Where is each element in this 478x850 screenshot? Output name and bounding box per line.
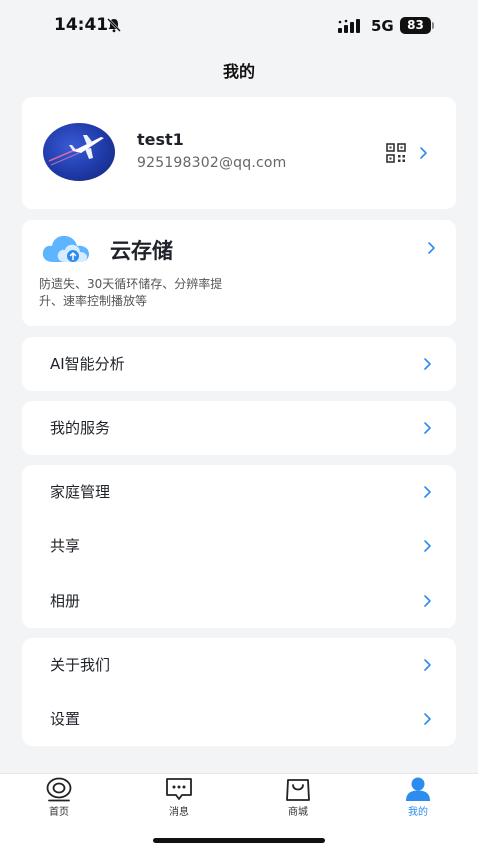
network-type: 5G [371,17,394,35]
chevron-right-icon [420,147,427,159]
menu-item-album[interactable]: 相册 [22,574,456,628]
tab-label: 我的 [408,807,428,818]
home-indicator [153,838,325,843]
about-settings-card: 关于我们 设置 [22,638,456,746]
menu-item-label: 关于我们 [50,656,111,674]
cloud-desc-line-1: 防遗失、30天循环储存、分辨率提 [39,277,223,291]
ai-analysis-card: AI智能分析 [22,337,456,391]
profile-card[interactable]: test1 925198302@qq.com [22,97,456,209]
menu-item-label: 设置 [50,710,81,728]
menu-item-label: 共享 [50,537,81,555]
tab-label: 商城 [288,807,308,818]
battery-icon: 83 [400,17,434,34]
chevron-right-icon [424,595,431,607]
status-bar: 14:41 5G 83 [0,0,478,52]
tab-mine[interactable]: 我的 [378,776,458,822]
my-services-card: 我的服务 [22,401,456,455]
message-icon [166,778,192,800]
cloud-storage-title: 云存储 [110,239,173,263]
menu-item-my-services[interactable]: 我的服务 [22,401,456,455]
menu-item-share[interactable]: 共享 [22,519,456,573]
chevron-right-icon [424,358,431,370]
menu-item-settings[interactable]: 设置 [22,692,456,746]
tab-mall[interactable]: 商城 [258,776,338,822]
chevron-right-icon [424,422,431,434]
chevron-right-icon [428,242,435,254]
menu-item-label: AI智能分析 [50,355,125,373]
tab-home[interactable]: 首页 [19,776,99,822]
menu-item-about-us[interactable]: 关于我们 [22,638,456,692]
chevron-right-icon [424,713,431,725]
battery-level: 83 [400,17,431,34]
cloud-upload-icon [42,235,89,262]
tab-messages[interactable]: 消息 [139,776,219,822]
bell-muted-icon [107,18,121,33]
chevron-right-icon [424,540,431,552]
avatar[interactable] [43,123,115,181]
status-time: 14:41 [54,15,109,35]
menu-item-label: 家庭管理 [50,483,111,501]
cloud-storage-card[interactable]: 云存储 防遗失、30天循环储存、分辨率提 升、速率控制播放等 [22,220,456,326]
tab-label: 消息 [169,807,189,818]
chevron-right-icon [424,486,431,498]
shopping-bag-icon [286,779,310,801]
menu-item-ai-analysis[interactable]: AI智能分析 [22,337,456,391]
user-icon [406,777,430,801]
page-title: 我的 [222,62,255,81]
signal-icon [338,19,360,33]
qr-code-icon[interactable] [386,143,406,163]
family-group-card: 家庭管理 共享 相册 [22,465,456,628]
username: test1 [137,130,184,149]
chevron-right-icon [424,659,431,671]
menu-item-label: 我的服务 [50,419,111,437]
cloud-desc-line-2: 升、速率控制播放等 [39,294,148,308]
user-email: 925198302@qq.com [137,155,287,171]
menu-item-family-management[interactable]: 家庭管理 [22,465,456,519]
home-icon [46,777,72,802]
tab-label: 首页 [49,807,69,818]
cloud-storage-description: 防遗失、30天循环储存、分辨率提 升、速率控制播放等 [39,276,269,310]
menu-item-label: 相册 [50,592,81,610]
